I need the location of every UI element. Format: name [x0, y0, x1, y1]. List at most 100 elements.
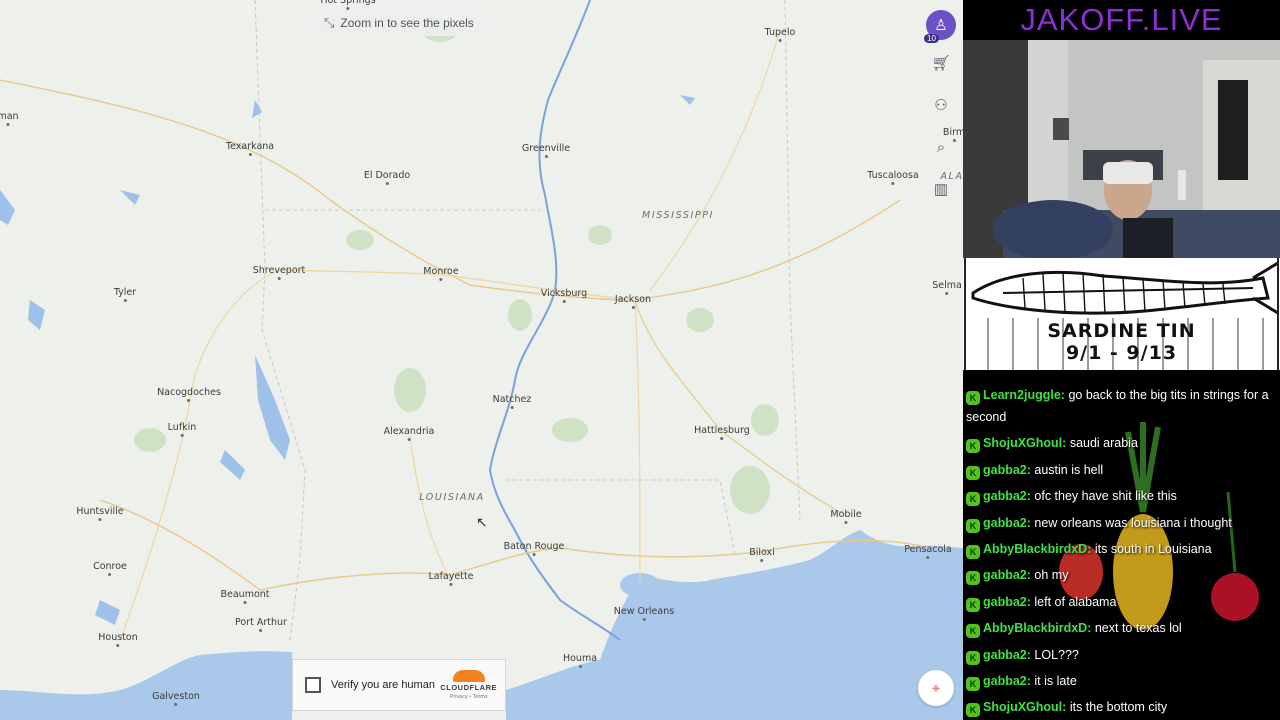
chat-message: K Learn2juggle: go back to the big tits i…	[966, 388, 1269, 424]
leaderboard-button[interactable]: ▥	[921, 168, 961, 210]
kick-badge-icon: K	[966, 465, 980, 480]
chat-text: austin is hell	[1034, 462, 1104, 477]
kick-badge-icon: K	[966, 624, 980, 639]
city-label: Selma	[932, 280, 962, 295]
chat-message: K AbbyBlackbirdxD: its south in Louisiana	[963, 538, 1280, 560]
chat-username[interactable]: AbbyBlackbirdxD	[983, 621, 1087, 635]
screen: ⤡ Zoom in to see the pixels Hot Springs …	[0, 0, 1280, 720]
stream-title: JAKOFF.LIVE	[1020, 2, 1223, 37]
chat-message: Kgabba2: austin is hell	[963, 459, 1280, 481]
captcha-widget: Verify you are human CLOUDFLARE Privacy …	[292, 659, 506, 711]
chat-text: its south in Louisiana	[1094, 541, 1212, 556]
chat-message: Kgabba2: oh my	[963, 564, 1280, 586]
webcam-scene	[963, 40, 1280, 258]
state-label: MISSISSIPPI	[642, 210, 714, 221]
locate-button[interactable]: ⌖	[918, 670, 954, 706]
users-button[interactable]: ⚇	[921, 84, 961, 126]
chat-text: new orleans was louisiana i thought	[1034, 515, 1232, 530]
banner-title: SARDINE TIN	[1047, 320, 1196, 342]
kick-badge-icon: K	[966, 703, 980, 718]
chat-text: it is late	[1034, 673, 1077, 688]
kick-badge-icon: K	[966, 439, 980, 454]
city-label: Jackson	[615, 294, 651, 309]
city-label: Lufkin	[168, 422, 197, 437]
city-label: New Orleans	[614, 606, 674, 621]
city-label: Beaumont	[220, 589, 269, 604]
kick-badge-icon: K	[966, 571, 980, 586]
map-basemap	[0, 0, 963, 720]
zoom-icon: ⤡	[324, 15, 335, 30]
captcha-links[interactable]: Privacy • Terms	[450, 694, 488, 700]
city-label: El Dorado	[364, 170, 410, 185]
zoom-hint-pill: ⤡ Zoom in to see the pixels	[314, 10, 486, 36]
cart-icon: 🛒︎	[931, 55, 951, 72]
cloudflare-logo: CLOUDFLARE Privacy • Terms	[440, 670, 497, 700]
chat-username[interactable]: Learn2juggle	[983, 388, 1061, 402]
cloud-icon	[452, 670, 485, 682]
city-label: Biloxi	[749, 547, 775, 562]
chat-text: ofc they have shit like this	[1034, 489, 1177, 504]
chat-text: oh my	[1034, 568, 1069, 583]
chat-message: K ShojuXGhoul: saudi arabia	[963, 432, 1280, 454]
chat-username[interactable]: gabba2	[983, 516, 1027, 530]
level-badge: 10	[924, 34, 939, 43]
search-icon: ⌕	[936, 138, 946, 156]
sardine-tin-banner: SARDINE TIN 9/1 - 9/13	[963, 258, 1280, 370]
city-label: Galveston	[152, 691, 200, 706]
city-label: Natchez	[493, 394, 532, 409]
city-label: Monroe	[423, 266, 458, 281]
city-label: Huntsville	[76, 506, 123, 521]
city-label: Vicksburg	[541, 288, 587, 303]
city-label: Alexandria	[384, 426, 435, 441]
chat-username[interactable]: gabba2	[983, 674, 1027, 688]
city-label: Hattiesburg	[694, 425, 750, 440]
city-label: Hot Springs	[320, 0, 375, 10]
stream-overlay: JAKOFF.LIVE SARDINE TIN 9/1 - 9/13 K Lea…	[963, 0, 1280, 720]
zoom-hint-text: Zoom in to see the pixels	[340, 16, 474, 30]
kick-badge-icon: K	[966, 492, 980, 507]
chat-message: Kgabba2: ofc they have shit like this	[963, 485, 1280, 507]
chat-username[interactable]: gabba2	[983, 568, 1027, 582]
kick-badge-icon: K	[966, 676, 980, 691]
city-label: Tupelo	[765, 27, 796, 42]
chat-text: next to texas lol	[1094, 621, 1182, 636]
captcha-checkbox[interactable]	[305, 677, 321, 693]
city-label: Shreveport	[253, 265, 306, 280]
cloudflare-brand: CLOUDFLARE	[440, 683, 497, 692]
chat-text: left of alabama	[1034, 594, 1117, 609]
kick-badge-icon: K	[966, 597, 980, 612]
kick-badge-icon: K	[966, 544, 980, 559]
city-label: man	[0, 111, 19, 126]
chat-username[interactable]: gabba2	[983, 648, 1027, 662]
chat-username[interactable]: ShojuXGhoul	[983, 700, 1062, 714]
city-label: Nacogdoches	[157, 387, 221, 402]
chat-panel: K Learn2juggle: go back to the big tits i…	[963, 372, 1280, 720]
users-icon: ⚇	[934, 97, 948, 114]
chat-message: Kgabba2: it is late	[963, 670, 1280, 692]
kick-badge-icon: K	[966, 391, 980, 405]
chat-text: LOL???	[1034, 647, 1079, 662]
chat-username[interactable]: AbbyBlackbirdxD	[983, 542, 1087, 556]
cart-button[interactable]: 🛒︎	[921, 42, 961, 84]
chat-username[interactable]: gabba2	[983, 463, 1027, 477]
chat-username[interactable]: gabba2	[983, 489, 1027, 503]
chat-message: Kgabba2: left of alabama	[963, 591, 1280, 613]
profile-button[interactable]: ♙ 10	[924, 10, 956, 43]
banner-dates: 9/1 - 9/13	[1065, 342, 1178, 364]
city-label: Greenville	[522, 143, 570, 158]
chat-message: Kgabba2: LOL???	[963, 644, 1280, 666]
city-label: Port Arthur	[235, 617, 287, 632]
location-pin-icon: ⌖	[931, 679, 941, 697]
kick-badge-icon: K	[966, 518, 980, 533]
map-canvas[interactable]: ⤡ Zoom in to see the pixels Hot Springs …	[0, 0, 963, 720]
search-button[interactable]: ⌕	[921, 126, 961, 168]
city-label: Tyler	[114, 287, 136, 302]
captcha-label: Verify you are human	[331, 679, 435, 691]
chat-message: K ShojuXGhoul: its the bottom city	[963, 696, 1280, 718]
webcam-feed	[963, 40, 1280, 258]
chat-text: its the bottom city	[1069, 700, 1168, 715]
chat-username[interactable]: ShojuXGhoul	[983, 436, 1062, 450]
state-label: LOUISIANA	[419, 492, 485, 503]
mouse-cursor-icon: ↖	[476, 514, 488, 530]
chat-username[interactable]: gabba2	[983, 595, 1027, 609]
